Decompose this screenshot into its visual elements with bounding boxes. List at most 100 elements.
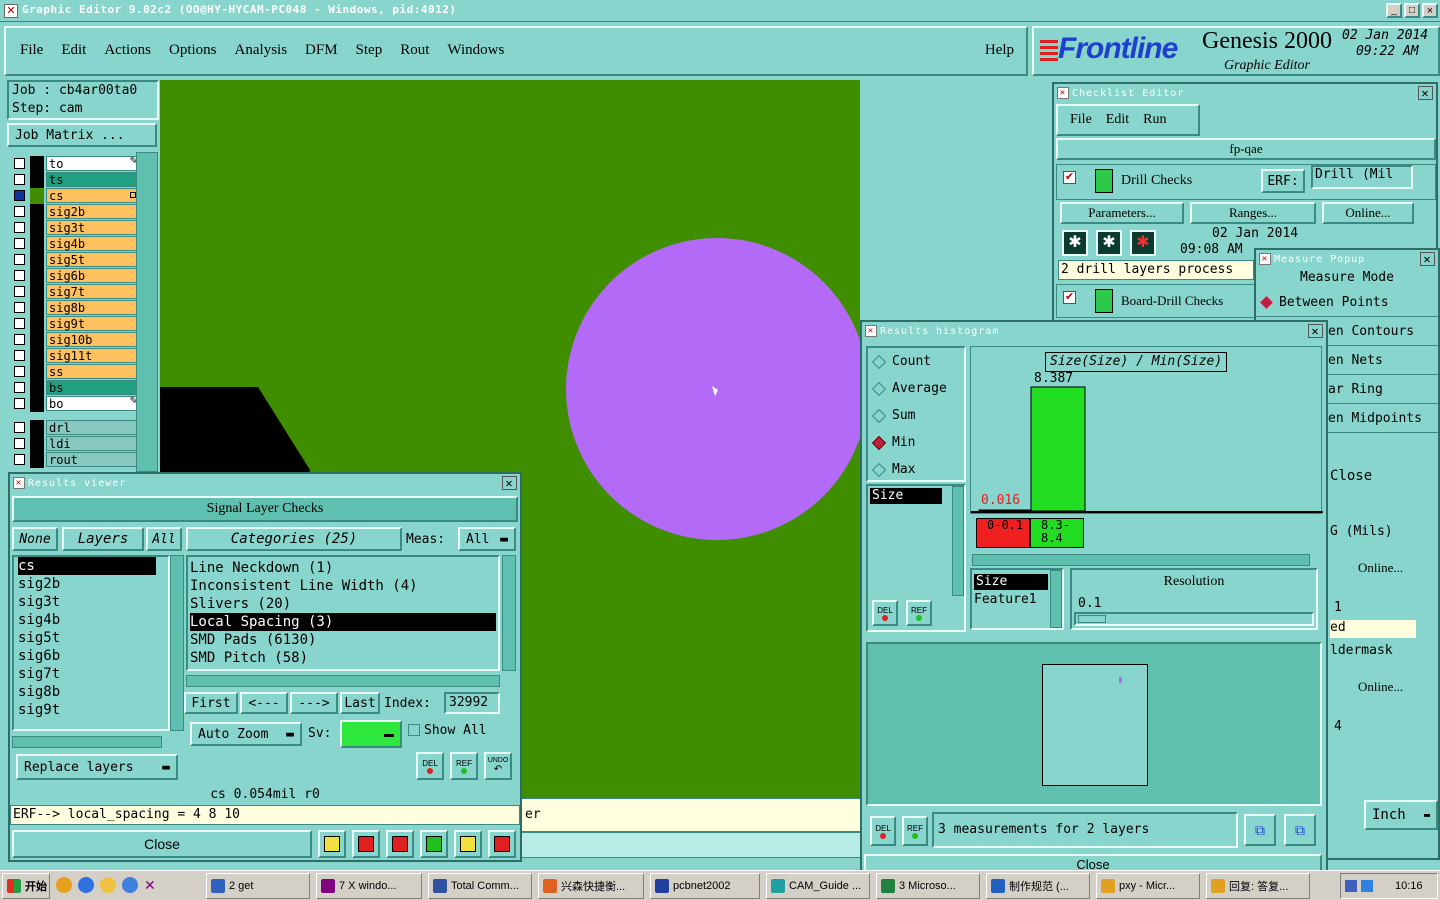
layer-row-drl[interactable]: drl — [10, 420, 140, 436]
measure-close-label[interactable]: Close — [1330, 468, 1372, 484]
taskbar-item-4[interactable]: pcbnet2002 — [650, 873, 760, 899]
layer-checkbox[interactable] — [14, 286, 25, 297]
field-selected[interactable]: Size — [974, 574, 1048, 590]
histogram-category-1[interactable]: 8.3-8.4 — [1030, 518, 1084, 548]
rv-layer-hscroll[interactable] — [12, 736, 162, 748]
rv-ref-button[interactable]: REF — [450, 752, 478, 780]
rv-del-button[interactable]: DEL — [416, 752, 444, 780]
rv-index-field[interactable]: 32992 — [444, 692, 500, 714]
layer-scrollbar[interactable] — [136, 152, 158, 472]
check-item-board-drill[interactable]: ✔ Board-Drill Checks — [1056, 284, 1256, 318]
layer-row-sig11t[interactable]: sig11t — [10, 348, 140, 364]
layer-checkbox[interactable] — [14, 318, 25, 329]
hist-ref-button-2[interactable]: REF — [902, 816, 928, 846]
hist-mode-average[interactable]: Average — [868, 375, 964, 402]
results-viewer-close-icon[interactable]: ✕ — [502, 476, 517, 490]
checklist-menu-edit[interactable]: Edit — [1106, 112, 1129, 128]
rv-category-item[interactable]: Slivers (20) — [190, 595, 496, 613]
menu-windows[interactable]: Windows — [447, 42, 504, 59]
rv-tool-icon-3[interactable] — [386, 830, 414, 858]
menu-options[interactable]: Options — [169, 42, 217, 59]
layer-row-sig6b[interactable]: sig6b — [10, 268, 140, 284]
rv-tool-icon-6[interactable] — [488, 830, 516, 858]
run-icon-2[interactable]: ✱ — [1096, 230, 1122, 256]
hist-del-button[interactable]: DEL — [872, 600, 898, 626]
rv-none-button[interactable]: None — [12, 527, 58, 551]
rv-layer-item[interactable]: sig2b — [18, 575, 164, 593]
hist-mode-count[interactable]: Count — [868, 348, 964, 375]
checklist-menu-run[interactable]: Run — [1143, 112, 1166, 128]
taskbar-item-7[interactable]: 制作规范 (... — [986, 873, 1090, 899]
layer-checkbox[interactable] — [14, 254, 25, 265]
maximize-button[interactable]: □ — [1404, 3, 1420, 18]
layer-row-sig7t[interactable]: sig7t — [10, 284, 140, 300]
taskbar-item-6[interactable]: 3 Microso... — [876, 873, 980, 899]
job-matrix-button[interactable]: Job Matrix ... — [7, 123, 157, 147]
layer-row-rout[interactable]: rout — [10, 452, 140, 468]
menu-analysis[interactable]: Analysis — [235, 42, 288, 59]
resolution-slider-thumb[interactable] — [1078, 615, 1106, 623]
rv-layer-item[interactable]: sig9t — [18, 701, 164, 719]
layer-row-sig9t[interactable]: sig9t — [10, 316, 140, 332]
histogram-category-0[interactable]: 0-0.1 — [976, 518, 1030, 548]
histogram-bar-0[interactable] — [978, 509, 1034, 512]
hist-mode-sum[interactable]: Sum — [868, 402, 964, 429]
rv-layer-item[interactable]: sig8b — [18, 683, 164, 701]
quicklaunch-icon-5[interactable]: ✕ — [144, 877, 160, 893]
taskbar-item-3[interactable]: 兴森快捷衡... — [538, 873, 644, 899]
menu-edit[interactable]: Edit — [61, 42, 86, 59]
rv-tool-icon-1[interactable] — [318, 830, 346, 858]
quicklaunch-icon-4[interactable] — [122, 877, 138, 893]
rv-category-item[interactable]: Local Spacing (3) — [190, 613, 496, 631]
quicklaunch-icon-2[interactable] — [78, 877, 94, 893]
close-button[interactable]: × — [1422, 3, 1438, 18]
rv-tool-icon-2[interactable] — [352, 830, 380, 858]
rv-layer-scrollbar[interactable] — [170, 555, 184, 731]
layer-checkbox[interactable] — [14, 222, 25, 233]
layer-checkbox[interactable] — [14, 366, 25, 377]
rv-replace-layers-dropdown[interactable]: Replace layers ▬ — [16, 754, 178, 780]
rv-undo-button[interactable]: UNDO ↶ — [484, 752, 512, 780]
resolution-slider[interactable] — [1074, 612, 1314, 626]
layer-checkbox[interactable] — [14, 382, 25, 393]
erf-value[interactable]: Drill (Mil — [1311, 165, 1413, 189]
layer-row-sig8b[interactable]: sig8b — [10, 300, 140, 316]
rv-close-button[interactable]: Close — [12, 830, 312, 858]
layer-checkbox[interactable] — [14, 438, 25, 449]
rv-category-item[interactable]: SMD Pads (6130) — [190, 631, 496, 649]
layer-checkbox[interactable] — [14, 206, 25, 217]
rv-tool-icon-5[interactable] — [454, 830, 482, 858]
layer-row-sig4b[interactable]: sig4b — [10, 236, 140, 252]
hist-export-icon-1[interactable]: ⧉ — [1244, 814, 1276, 846]
rv-layer-item[interactable]: sig3t — [18, 593, 164, 611]
rv-layer-item[interactable]: sig7t — [18, 665, 164, 683]
taskbar-item-5[interactable]: CAM_Guide ... — [766, 873, 870, 899]
check-item-drill[interactable]: ✔ Drill Checks ERF: Drill (Mil — [1056, 164, 1436, 200]
layer-checkbox[interactable] — [14, 302, 25, 313]
ranges-button[interactable]: Ranges... — [1190, 202, 1316, 224]
layer-row-bs[interactable]: bs — [10, 380, 140, 396]
menu-step[interactable]: Step — [356, 42, 383, 59]
layer-checkbox[interactable] — [14, 398, 25, 409]
layer-checkbox[interactable] — [14, 238, 25, 249]
histogram-hscroll[interactable] — [972, 554, 1310, 566]
histogram-list-selected[interactable]: Size — [870, 488, 942, 504]
hist-ref-button[interactable]: REF — [906, 600, 932, 626]
online-button[interactable]: Online... — [1322, 202, 1414, 224]
rv-category-item[interactable]: Line Neckdown (1) — [190, 559, 496, 577]
rv-auto-zoom-dropdown[interactable]: Auto Zoom ▬ — [190, 722, 302, 746]
checklist-menu-file[interactable]: File — [1070, 112, 1092, 128]
layer-row-sig3t[interactable]: sig3t — [10, 220, 140, 236]
measure-close-icon[interactable]: ✕ — [1420, 252, 1435, 266]
menu-help[interactable]: Help — [985, 42, 1014, 59]
layer-checkbox[interactable] — [14, 350, 25, 361]
taskbar-item-9[interactable]: 回复: 答复... — [1206, 873, 1310, 899]
hist-mode-max[interactable]: Max — [868, 456, 964, 483]
parameters-button[interactable]: Parameters... — [1060, 202, 1184, 224]
histogram-close-icon[interactable]: ✕ — [1308, 324, 1323, 338]
layer-row-bo[interactable]: bo ✎ — [10, 396, 140, 412]
layer-row-sig2b[interactable]: sig2b — [10, 204, 140, 220]
measure-frag-5[interactable]: Online... — [1358, 679, 1403, 695]
field-scrollbar[interactable] — [1050, 570, 1062, 628]
field-feature[interactable]: Feature1 — [974, 592, 1037, 607]
